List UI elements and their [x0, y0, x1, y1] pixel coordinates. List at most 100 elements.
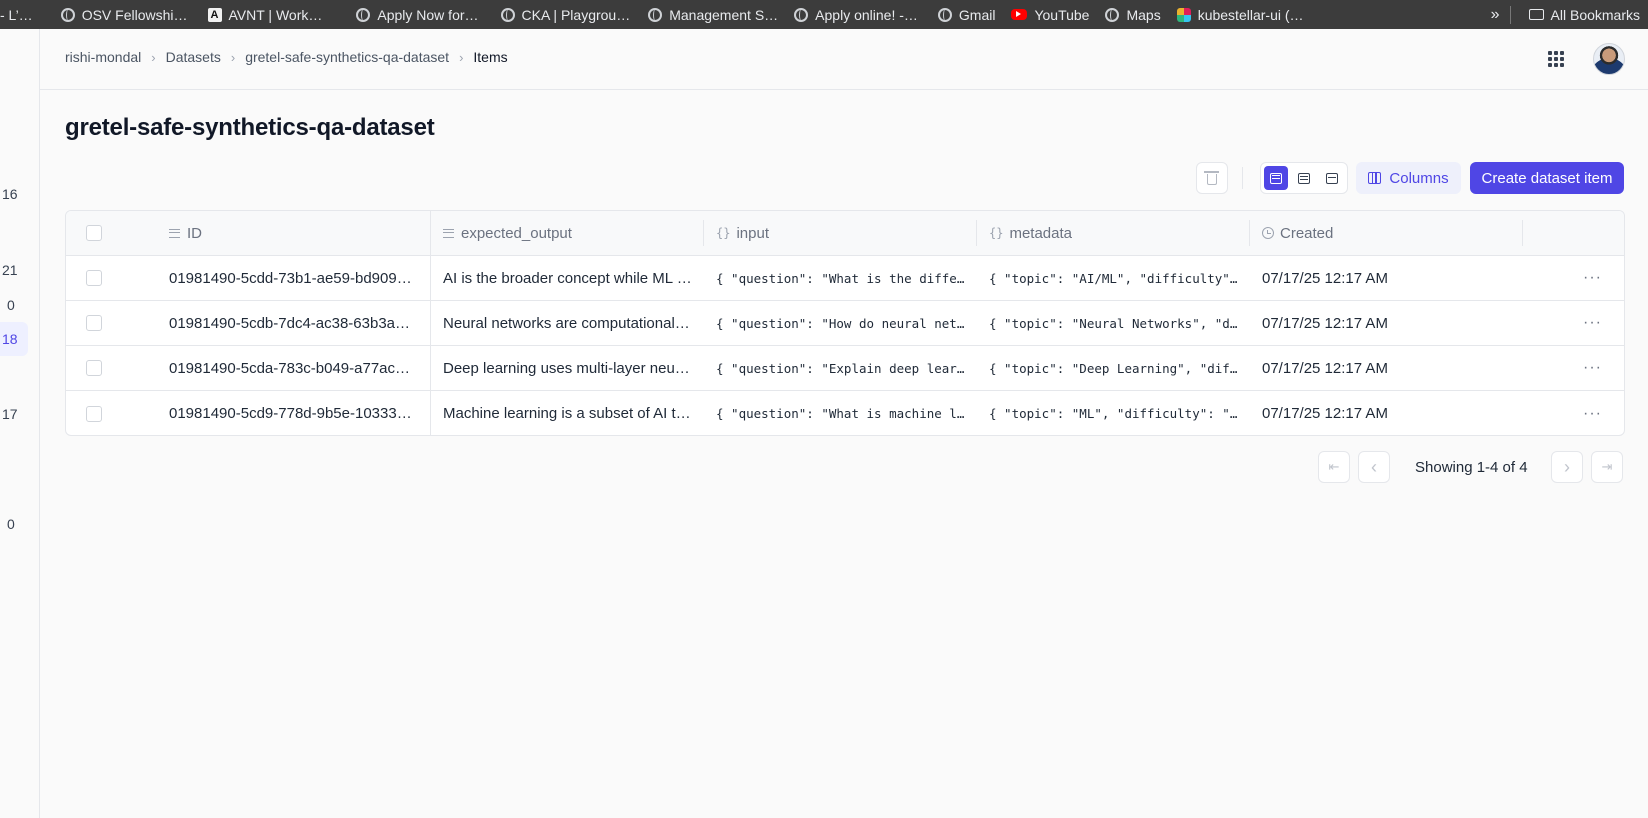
- input-cell: { "question": "What is the differe…: [716, 270, 966, 286]
- select-all-checkbox[interactable]: [86, 225, 102, 241]
- globe-icon: [60, 7, 75, 22]
- pagination-status: Showing 1-4 of 4: [1415, 459, 1528, 476]
- row-checkbox[interactable]: [86, 405, 102, 422]
- breadcrumb-item-user[interactable]: rishi-mondal: [65, 49, 141, 65]
- json-braces-icon: {}: [716, 226, 731, 240]
- more-actions-icon[interactable]: ···: [1583, 314, 1602, 332]
- column-header-id[interactable]: ID: [169, 211, 431, 255]
- row-density-toggle: [1260, 162, 1348, 194]
- row-checkbox[interactable]: [86, 315, 102, 331]
- slack-icon: [1176, 7, 1191, 22]
- anthropic-icon: A: [207, 7, 222, 22]
- metadata-cell: { "topic": "AI/ML", "difficulty": …: [989, 270, 1239, 286]
- row-checkbox[interactable]: [86, 270, 102, 286]
- density-small-icon: [1270, 172, 1282, 184]
- sidebar-count[interactable]: 0: [0, 297, 15, 313]
- input-cell: { "question": "How do neural netwo…: [716, 315, 966, 331]
- more-actions-icon[interactable]: ···: [1583, 405, 1602, 423]
- bookmark-item[interactable]: Maps: [1097, 0, 1168, 29]
- breadcrumb-item-items: Items: [473, 49, 508, 65]
- dataset-items-table: ID expected_output {} input {} metadata Cr…: [65, 210, 1625, 436]
- bookmark-item[interactable]: Gmail: [930, 0, 1004, 29]
- globe-icon: [1105, 7, 1120, 22]
- item-id-link[interactable]: 01981490-5cdd-73b1-ae59-bd909…: [169, 270, 412, 287]
- globe-icon: [794, 7, 809, 22]
- breadcrumb: rishi-mondal › Datasets › gretel-safe-sy…: [65, 49, 508, 65]
- input-cell: { "question": "What is machine lea…: [716, 406, 966, 421]
- sidebar-count[interactable]: 16: [0, 186, 18, 202]
- next-page-button[interactable]: ›: [1551, 451, 1583, 483]
- trash-icon: [1204, 171, 1219, 185]
- density-large-button[interactable]: [1320, 166, 1344, 190]
- chevron-right-icon: ›: [230, 49, 236, 65]
- bookmark-item[interactable]: YouTube: [1003, 0, 1097, 29]
- metadata-cell: { "topic": "Deep Learning", "diffi…: [989, 360, 1239, 376]
- density-large-icon: [1326, 172, 1338, 184]
- expected-output-cell: Machine learning is a subset of AI t…: [443, 405, 691, 422]
- bookmark-item[interactable]: - L’…: [0, 0, 41, 29]
- row-checkbox[interactable]: [86, 360, 102, 376]
- avatar[interactable]: [1593, 43, 1625, 75]
- table-row[interactable]: 01981490-5cd9-778d-9b5e-10333… Machine l…: [66, 391, 1624, 435]
- column-header-expected-output[interactable]: expected_output: [431, 211, 704, 255]
- bookmarks-overflow-button[interactable]: »: [1481, 6, 1510, 24]
- bookmark-item[interactable]: Apply online! -…: [786, 0, 926, 29]
- clock-icon: [1262, 227, 1274, 239]
- text-icon: [169, 228, 180, 238]
- sidebar-count[interactable]: 0: [0, 516, 15, 532]
- bookmark-item[interactable]: OSV Fellowshi…: [53, 0, 196, 29]
- delete-button[interactable]: [1196, 162, 1228, 194]
- page-title: gretel-safe-synthetics-qa-dataset: [65, 114, 435, 141]
- bookmarks-bar: - L’… OSV Fellowshi… A AVNT | Work… Apply…: [0, 0, 1648, 29]
- item-id-link[interactable]: 01981490-5cdb-7dc4-ac38-63b3a…: [169, 315, 410, 332]
- bookmark-item[interactable]: Apply Now for…: [348, 0, 486, 29]
- columns-button[interactable]: Columns: [1356, 162, 1461, 194]
- divider: [1509, 5, 1511, 24]
- bookmark-item[interactable]: kubestellar-ui (…: [1169, 0, 1312, 29]
- item-id-link[interactable]: 01981490-5cda-783c-b049-a77ac…: [169, 360, 410, 377]
- created-cell: 07/17/25 12:17 AM: [1262, 359, 1388, 377]
- density-medium-button[interactable]: [1292, 166, 1316, 190]
- column-header-created[interactable]: Created: [1250, 211, 1523, 255]
- expected-output-cell: Neural networks are computational …: [443, 314, 693, 332]
- folder-icon: [1528, 9, 1544, 20]
- created-cell: 07/17/25 12:17 AM: [1262, 314, 1388, 332]
- created-cell: 07/17/25 12:17 AM: [1262, 269, 1388, 287]
- created-cell: 07/17/25 12:17 AM: [1262, 405, 1388, 422]
- density-medium-icon: [1298, 172, 1310, 184]
- bookmark-item[interactable]: Management S…: [640, 0, 786, 29]
- previous-page-button[interactable]: ‹: [1358, 451, 1390, 483]
- table-row[interactable]: 01981490-5cda-783c-b049-a77ac… Deep lear…: [66, 346, 1624, 391]
- more-actions-icon[interactable]: ···: [1583, 269, 1602, 287]
- youtube-icon: [1011, 9, 1028, 20]
- column-header-input[interactable]: {} input: [704, 211, 977, 255]
- apps-grid-icon[interactable]: [1548, 51, 1564, 67]
- chevron-right-icon: ›: [151, 49, 156, 65]
- bookmark-item[interactable]: A AVNT | Work…: [200, 0, 331, 29]
- all-bookmarks-button[interactable]: All Bookmarks: [1521, 0, 1648, 29]
- expected-output-cell: Deep learning uses multi-layer neur…: [443, 359, 693, 377]
- metadata-cell: { "topic": "Neural Networks", "dif…: [989, 315, 1239, 331]
- sidebar-count[interactable]: 17: [0, 406, 18, 422]
- sidebar-count[interactable]: 21: [0, 262, 18, 278]
- column-header-metadata[interactable]: {} metadata: [977, 211, 1250, 255]
- input-cell: { "question": "Explain deep learni…: [716, 360, 966, 376]
- globe-icon: [937, 7, 952, 22]
- last-page-button[interactable]: ⇥: [1591, 451, 1623, 483]
- chevron-right-icon: ›: [459, 49, 464, 65]
- table-row[interactable]: 01981490-5cdb-7dc4-ac38-63b3a… Neural ne…: [66, 301, 1624, 346]
- globe-icon: [648, 7, 663, 22]
- breadcrumb-item-dataset[interactable]: gretel-safe-synthetics-qa-dataset: [245, 49, 449, 65]
- breadcrumb-item-datasets[interactable]: Datasets: [166, 49, 221, 65]
- item-id-link[interactable]: 01981490-5cd9-778d-9b5e-10333…: [169, 405, 412, 422]
- globe-icon: [356, 7, 371, 22]
- first-page-button[interactable]: ⇤: [1318, 451, 1350, 483]
- bookmark-item[interactable]: CKA | Playgrou…: [493, 0, 639, 29]
- sidebar-count-active[interactable]: 18: [0, 322, 28, 356]
- more-actions-icon[interactable]: ···: [1583, 359, 1602, 377]
- table-row[interactable]: 01981490-5cdd-73b1-ae59-bd909… AI is the…: [66, 256, 1624, 301]
- left-sidebar: 16 21 0 18 17 0: [0, 29, 40, 818]
- create-dataset-item-button[interactable]: Create dataset item: [1470, 162, 1624, 194]
- text-icon: [443, 228, 454, 238]
- density-small-button[interactable]: [1264, 166, 1288, 190]
